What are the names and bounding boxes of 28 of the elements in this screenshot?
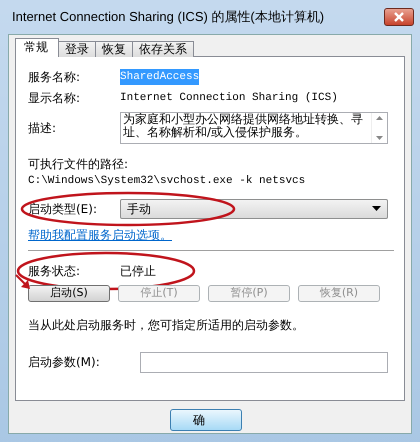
close-button[interactable]: [384, 8, 414, 26]
help-link[interactable]: 帮助我配置服务启动选项。: [28, 228, 172, 242]
field-label: 服务名称:: [28, 69, 82, 86]
service-status-label: 服务状态:: [28, 262, 82, 280]
scroll-down-icon[interactable]: [376, 136, 383, 140]
startup-type-label: 启动类型(E):: [28, 200, 98, 218]
close-icon: [393, 12, 405, 22]
path-value: C:\Windows\System32\svchost.exe -k netsvcs: [28, 174, 306, 189]
tab[interactable]: 登录: [58, 41, 96, 57]
scroll-up-icon[interactable]: [376, 116, 383, 120]
field-label: 显示名称:: [28, 90, 82, 107]
caret-icon: [372, 206, 381, 211]
startup-type-dropdown[interactable]: 手动: [120, 198, 388, 218]
service-name-value: SharedAccess: [120, 68, 200, 86]
service-status-value: 已停止: [120, 262, 156, 280]
start-parameters-field[interactable]: [140, 352, 388, 372]
window-title: Internet Connection Sharing (ICS) 的属性(本地计算机): [12, 8, 324, 26]
tab[interactable]: 恢复: [95, 41, 133, 57]
tab[interactable]: 常规: [15, 38, 59, 57]
start-parameters-label: 启动参数(M):: [28, 354, 101, 371]
hint-text: 当从此处启动服务时，您可指定所适用的启动参数。: [28, 316, 305, 334]
path-label: 可执行文件的路径:: [28, 156, 130, 173]
tab[interactable]: 依存关系: [132, 41, 194, 57]
service-button[interactable]: 启动(S): [28, 284, 110, 302]
field-label: 描述:: [28, 120, 58, 137]
description-box[interactable]: 为家庭和小型办公网络提供网络地址转换、寻址、名称解析和/或入侵保护服务。: [120, 112, 388, 144]
display-name-value: Internet Connection Sharing (ICS): [120, 90, 338, 106]
ok-button[interactable]: 确: [170, 409, 242, 431]
